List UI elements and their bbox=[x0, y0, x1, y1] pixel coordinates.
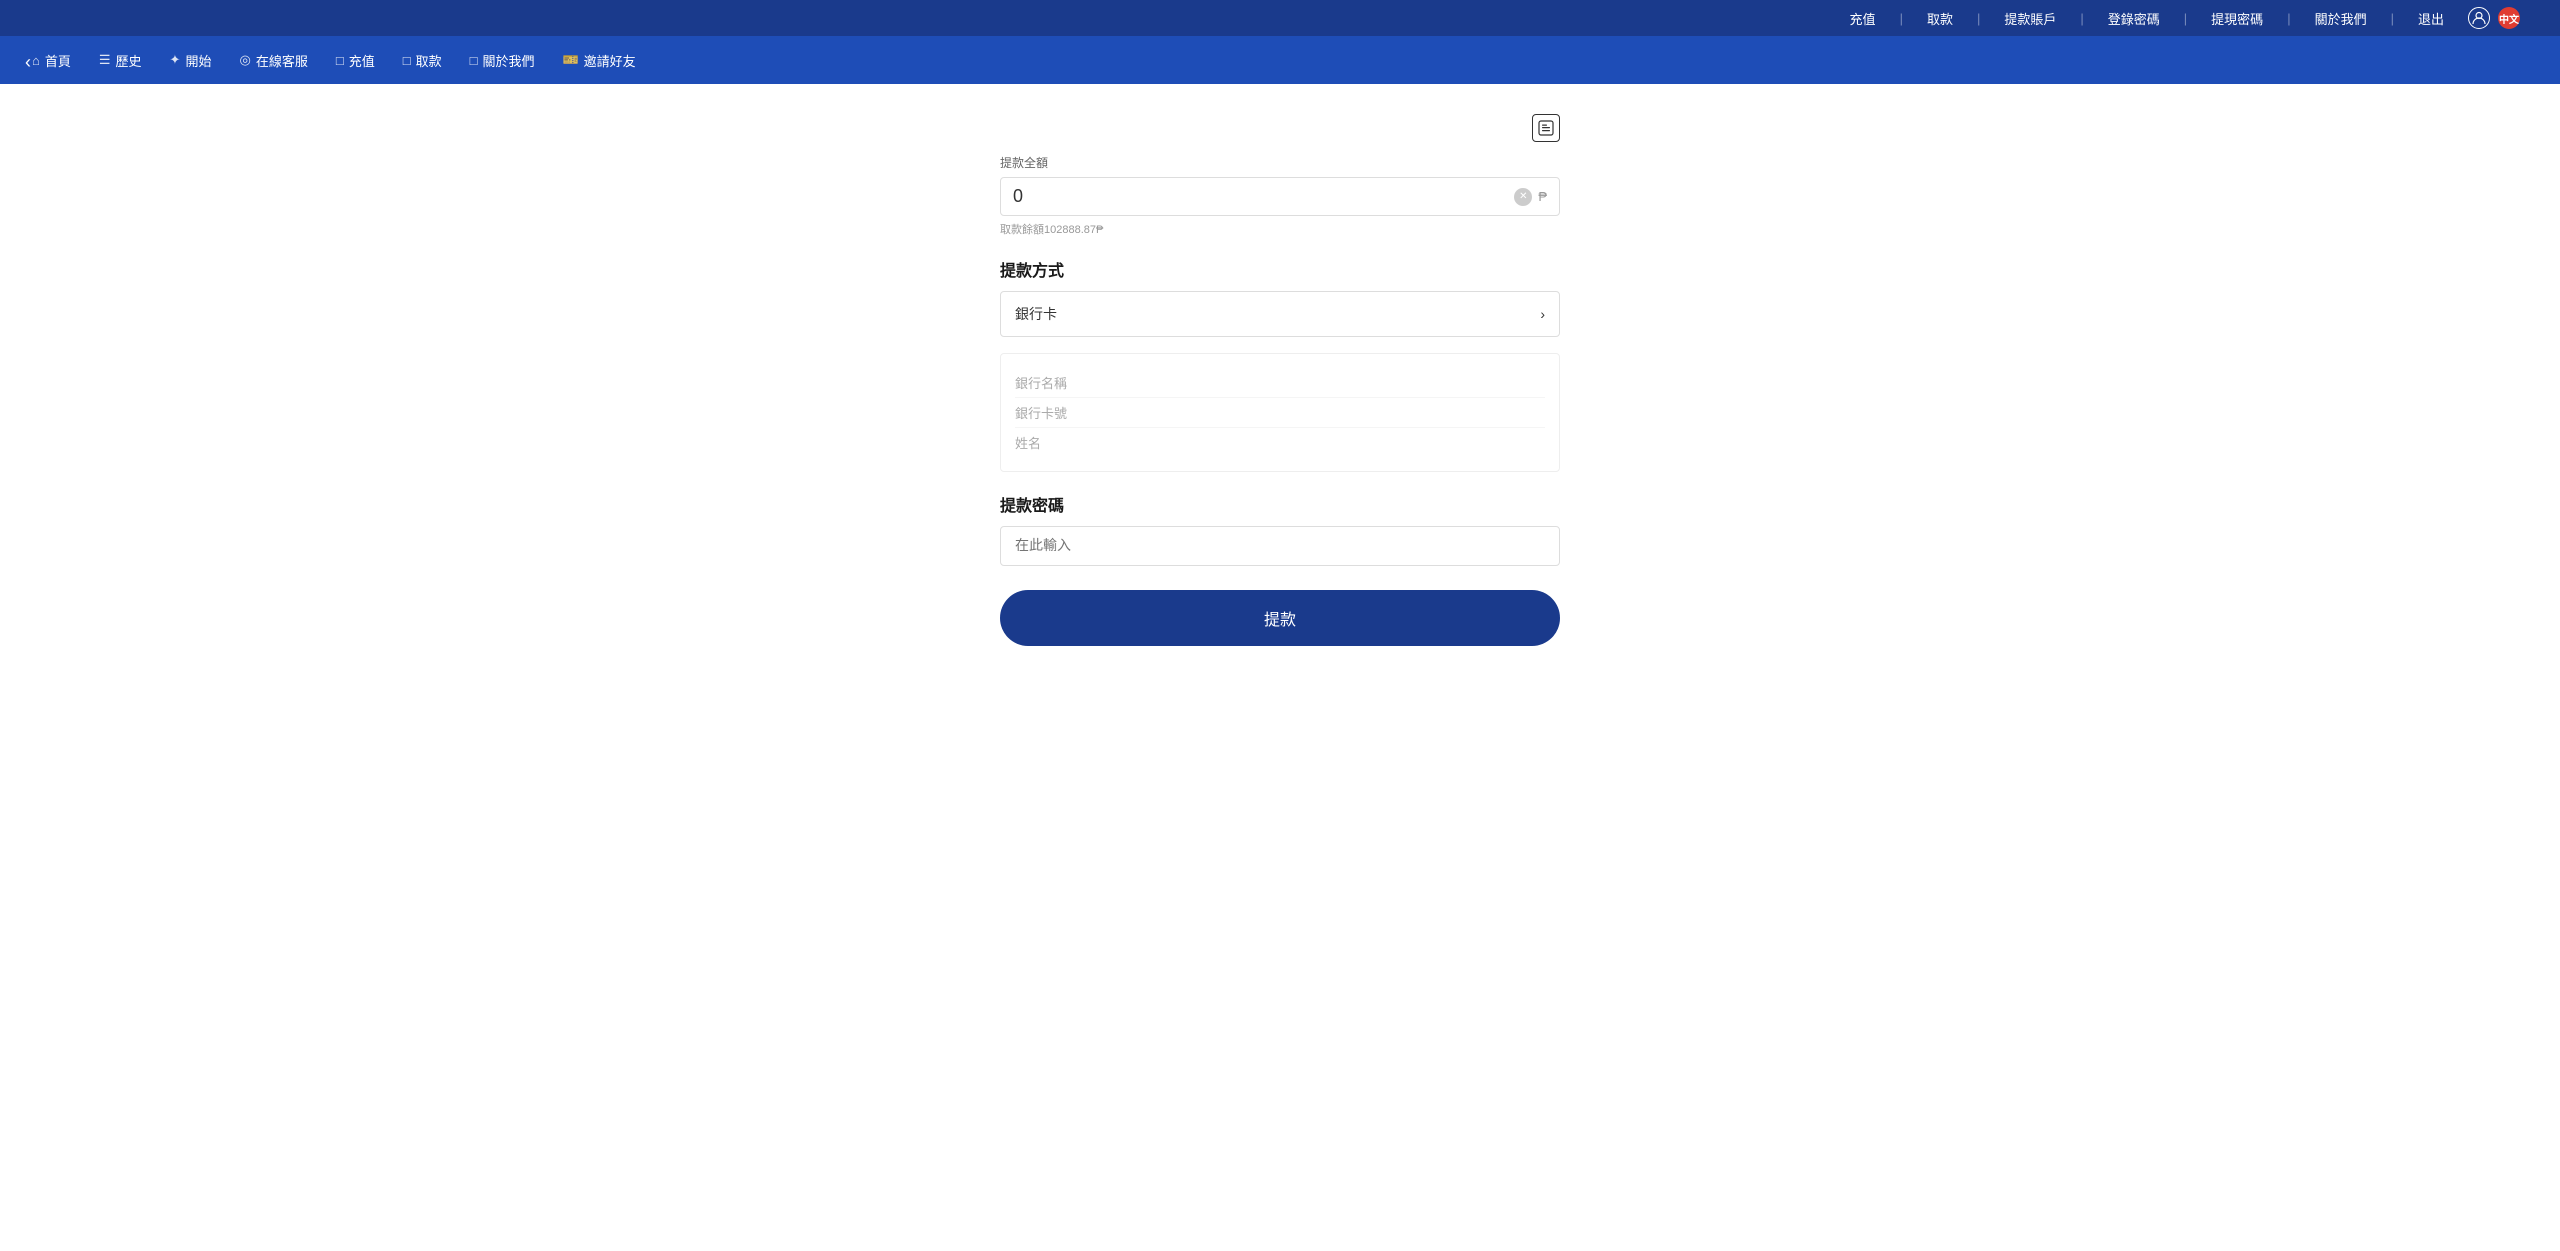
header-about-link[interactable]: 關於我們 bbox=[2315, 9, 2367, 28]
nav-item-about[interactable]: □ 關於我們 bbox=[458, 45, 547, 76]
header-withdraw-password-link[interactable]: 提現密碼 bbox=[2211, 9, 2263, 28]
password-section-title: 提款密碼 bbox=[1000, 492, 1560, 516]
user-area: 中文 bbox=[2468, 7, 2520, 29]
nav-item-recharge[interactable]: □ 充值 bbox=[324, 45, 387, 76]
recharge-icon: □ bbox=[336, 53, 344, 68]
method-section-title: 提款方式 bbox=[1000, 257, 1560, 281]
method-selector[interactable]: 銀行卡 › bbox=[1000, 291, 1560, 337]
bank-card-row: 銀行卡號 bbox=[1015, 398, 1545, 428]
info-icon[interactable] bbox=[1532, 114, 1560, 142]
header-withdraw-account-link[interactable]: 提款賬戶 bbox=[2004, 9, 2056, 28]
header-withdraw-link[interactable]: 取款 bbox=[1927, 9, 1953, 28]
history-icon: ☰ bbox=[99, 52, 111, 68]
header-recharge-link[interactable]: 充值 bbox=[1850, 9, 1876, 28]
top-header: 充值 | 取款 | 提款賬戶 | 登錄密碼 | 提現密碼 | 關於我們 | 退出… bbox=[0, 0, 2560, 36]
amount-section: 提款全額 ✕ ₱ 取款餘額102888.87₱ bbox=[1000, 154, 1560, 237]
nav-item-support[interactable]: ◎ 在線客服 bbox=[227, 45, 319, 76]
password-section: 提款密碼 bbox=[1000, 492, 1560, 566]
nav-item-start[interactable]: ✦ 開始 bbox=[158, 45, 224, 76]
nav-item-invite[interactable]: 🎫 邀請好友 bbox=[550, 45, 647, 76]
nav-item-withdraw[interactable]: □ 取款 bbox=[391, 45, 454, 76]
method-section: 提款方式 銀行卡 › 銀行名稱 銀行卡號 姓名 bbox=[1000, 257, 1560, 472]
about-icon: □ bbox=[470, 53, 478, 68]
user-icon[interactable] bbox=[2468, 7, 2490, 29]
selected-method-label: 銀行卡 bbox=[1015, 304, 1057, 324]
main-content: 提款全額 ✕ ₱ 取款餘額102888.87₱ 提款方式 銀行卡 › 銀行名稱 … bbox=[0, 84, 2560, 676]
bank-holder-name-row: 姓名 bbox=[1015, 428, 1545, 457]
bank-info: 銀行名稱 銀行卡號 姓名 bbox=[1000, 353, 1560, 472]
nav-bar-wrapper: ‹ ⌂ 首頁 ☰ 歷史 ✦ 開始 ◎ 在線客服 □ 充值 □ 取款 □ 關於我們 bbox=[0, 36, 2560, 84]
chevron-right-icon: › bbox=[1540, 306, 1545, 322]
clear-amount-button[interactable]: ✕ bbox=[1514, 188, 1532, 206]
amount-input[interactable] bbox=[1013, 186, 1514, 207]
support-icon: ◎ bbox=[239, 52, 250, 68]
amount-label: 提款全額 bbox=[1000, 154, 1560, 171]
header-register-password-link[interactable]: 登錄密碼 bbox=[2108, 9, 2160, 28]
lang-badge[interactable]: 中文 bbox=[2498, 7, 2520, 29]
withdraw-icon: □ bbox=[403, 53, 411, 68]
start-icon: ✦ bbox=[170, 52, 181, 68]
invite-icon: 🎫 bbox=[562, 52, 578, 68]
currency-label: ₱ bbox=[1538, 189, 1547, 204]
form-container: 提款全額 ✕ ₱ 取款餘額102888.87₱ 提款方式 銀行卡 › 銀行名稱 … bbox=[1000, 114, 1560, 646]
nav-bar: ‹ ⌂ 首頁 ☰ 歷史 ✦ 開始 ◎ 在線客服 □ 充值 □ 取款 □ 關於我們 bbox=[0, 36, 2560, 84]
submit-button[interactable]: 提款 bbox=[1000, 590, 1560, 646]
header-logout-link[interactable]: 退出 bbox=[2418, 9, 2444, 28]
password-input[interactable] bbox=[1015, 537, 1545, 553]
info-icon-row bbox=[1000, 114, 1560, 142]
home-icon: ⌂ bbox=[32, 53, 40, 68]
amount-input-wrapper: ✕ ₱ bbox=[1000, 177, 1560, 216]
password-input-wrapper bbox=[1000, 526, 1560, 566]
bank-name-row: 銀行名稱 bbox=[1015, 368, 1545, 398]
amount-input-actions: ✕ ₱ bbox=[1514, 188, 1547, 206]
balance-hint: 取款餘額102888.87₱ bbox=[1000, 221, 1560, 237]
nav-item-history[interactable]: ☰ 歷史 bbox=[87, 45, 154, 76]
